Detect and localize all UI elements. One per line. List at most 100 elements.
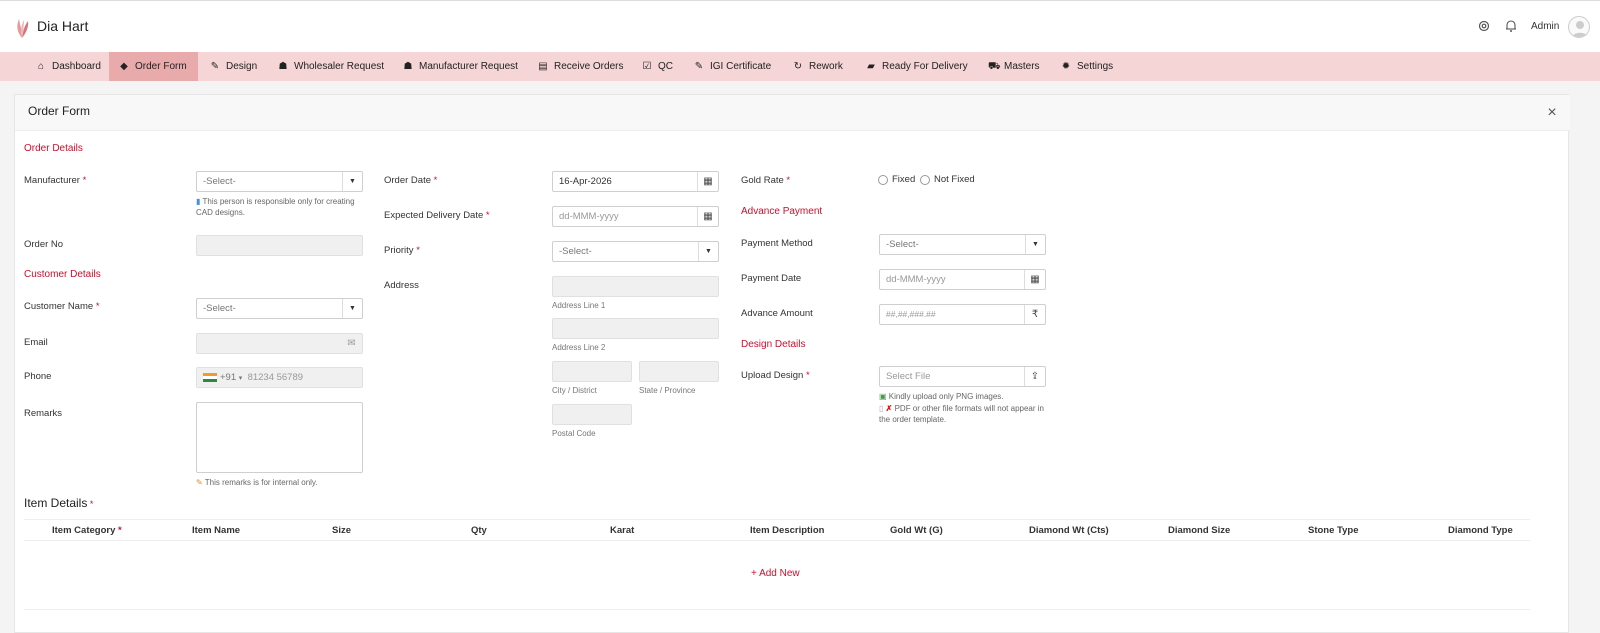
customer-name-label: Customer Name * [24,301,100,312]
col-qty: Qty [471,525,487,536]
section-advance-payment: Advance Payment [741,206,823,217]
col-diamond-size: Diamond Size [1168,525,1231,536]
calendar-icon: ▦ [1024,270,1045,289]
nav-item-dashboard[interactable]: ⌂ Dashboard [26,52,111,81]
remarks-textarea[interactable] [196,402,363,473]
remarks-hint: ✎ This remarks is for internal only. [196,478,318,487]
gold-rate-fixed-radio[interactable]: Fixed [878,174,915,185]
gear-icon[interactable] [1477,19,1491,33]
state-field[interactable] [639,361,719,382]
avatar[interactable] [1568,16,1590,38]
people-icon: ☗ [278,60,288,72]
rupee-icon: ₹ [1024,305,1045,324]
calendar-icon: ▦ [697,207,718,226]
col-stone-type: Stone Type [1308,525,1359,536]
nav-item-wholesaler-request[interactable]: ☗ Wholesaler Request [268,52,394,81]
nav-item-order-form[interactable]: ◆ Order Form [109,52,198,81]
state-caption: State / Province [639,386,696,395]
upload-design-field[interactable]: Select File ⇪ [879,366,1046,387]
advance-amount-label: Advance Amount [741,308,813,319]
delivery-date-field[interactable]: dd-MMM-yyyy ▦ [552,206,719,227]
bell-icon[interactable] [1504,19,1518,33]
address-line1-caption: Address Line 1 [552,301,606,310]
add-new-item-button[interactable]: + Add New [751,568,800,579]
section-order-details: Order Details [24,143,83,154]
upload-design-label: Upload Design * [741,370,810,381]
customer-name-select[interactable]: -Select- ▼ [196,298,363,319]
address-line2-field[interactable] [552,318,719,339]
postal-code-caption: Postal Code [552,429,596,438]
col-item-category: Item Category * [52,525,122,536]
envelope-icon: ✉ [347,338,356,349]
email-field: ✉ [196,333,363,354]
email-label: Email [24,337,48,348]
nav-item-igi-certificate[interactable]: ✎ IGI Certificate [684,52,781,81]
col-gold-wt: Gold Wt (G) [890,525,943,536]
certificate-icon: ✎ [694,60,704,72]
items-table-header: Item Category * Item Name Size Qty Karat… [24,519,1530,541]
nav-item-qc[interactable]: ☑ QC [632,52,683,81]
order-date-label: Order Date * [384,175,438,186]
address-line1-field[interactable] [552,276,719,297]
file-icon: ▯ [879,404,884,413]
nav-item-rework[interactable]: ↻ Rework [783,52,853,81]
user-name[interactable]: Admin [1531,21,1559,32]
design-icon: ✎ [210,60,220,72]
payment-date-label: Payment Date [741,273,802,284]
section-customer-details: Customer Details [24,269,101,280]
divider [24,609,1530,610]
priority-select[interactable]: -Select- ▼ [552,241,719,262]
list-icon: ▤ [538,60,548,72]
brand-name: Dia Hart [37,18,89,34]
advance-amount-field[interactable]: ##,##,###.## ₹ [879,304,1046,325]
col-karat: Karat [610,525,635,536]
main-nav: ⌂ Dashboard ◆ Order Form ✎ Design ☗ Whol… [0,52,1600,81]
close-icon[interactable]: × [1545,105,1559,121]
gold-rate-not-fixed-radio[interactable]: Not Fixed [920,174,975,185]
nav-item-design[interactable]: ✎ Design [200,52,267,81]
delivery-date-label: Expected Delivery Date * [384,210,490,221]
postal-code-field[interactable] [552,404,632,425]
nav-item-ready-for-delivery[interactable]: ▰ Ready For Delivery [856,52,978,81]
pencil-icon: ✎ [196,478,203,487]
cart-icon: ⛟ [988,60,1001,72]
truck-icon: ▰ [867,60,875,72]
order-date-field[interactable]: 16-Apr-2026 ▦ [552,171,719,192]
col-item-description: Item Description [750,525,825,536]
city-field[interactable] [552,361,632,382]
manufacturer-label: Manufacturer * [24,175,87,186]
chevron-down-icon: ▼ [342,172,362,191]
nav-item-receive-orders[interactable]: ▤ Receive Orders [528,52,633,81]
refresh-icon: ↻ [793,60,803,72]
user-icon [1572,21,1588,37]
gold-rate-label: Gold Rate * [741,175,791,186]
col-item-name: Item Name [192,525,241,536]
payment-method-select[interactable]: -Select- ▼ [879,234,1046,255]
upload-hint-png: ▣ Kindly upload only PNG images. [879,392,1004,401]
order-no-field [196,235,363,256]
phone-field[interactable]: +91 ▾ 81234 56789 [196,367,363,388]
chevron-down-icon: ▾ [238,375,243,382]
cross-icon: ✗ [885,404,893,413]
nav-item-manufacturer-request[interactable]: ☗ Manufacturer Request [393,52,528,81]
manufacturer-select[interactable]: -Select- ▼ [196,171,363,192]
check-icon: ☑ [642,60,652,72]
priority-label: Priority * [384,245,420,256]
nav-item-settings[interactable]: ✹ Settings [1051,52,1123,81]
calendar-icon: ▦ [697,172,718,191]
col-diamond-type: Diamond Type [1448,525,1513,536]
city-caption: City / District [552,386,597,395]
top-header: Dia Hart Admin [0,0,1600,52]
nav-item-masters[interactable]: ⛟ Masters [978,52,1050,81]
order-no-label: Order No [24,239,64,250]
col-size: Size [332,525,352,536]
page-title: Order Form [28,104,91,118]
chevron-down-icon: ▼ [342,299,362,318]
panel-header: Order Form × [15,95,1570,131]
chevron-down-icon: ▼ [698,242,718,261]
col-diamond-wt: Diamond Wt (Cts) [1029,525,1109,536]
phone-label: Phone [24,371,52,382]
brand-logo [17,19,29,38]
payment-date-field[interactable]: dd-MMM-yyyy ▦ [879,269,1046,290]
payment-method-label: Payment Method [741,238,813,249]
